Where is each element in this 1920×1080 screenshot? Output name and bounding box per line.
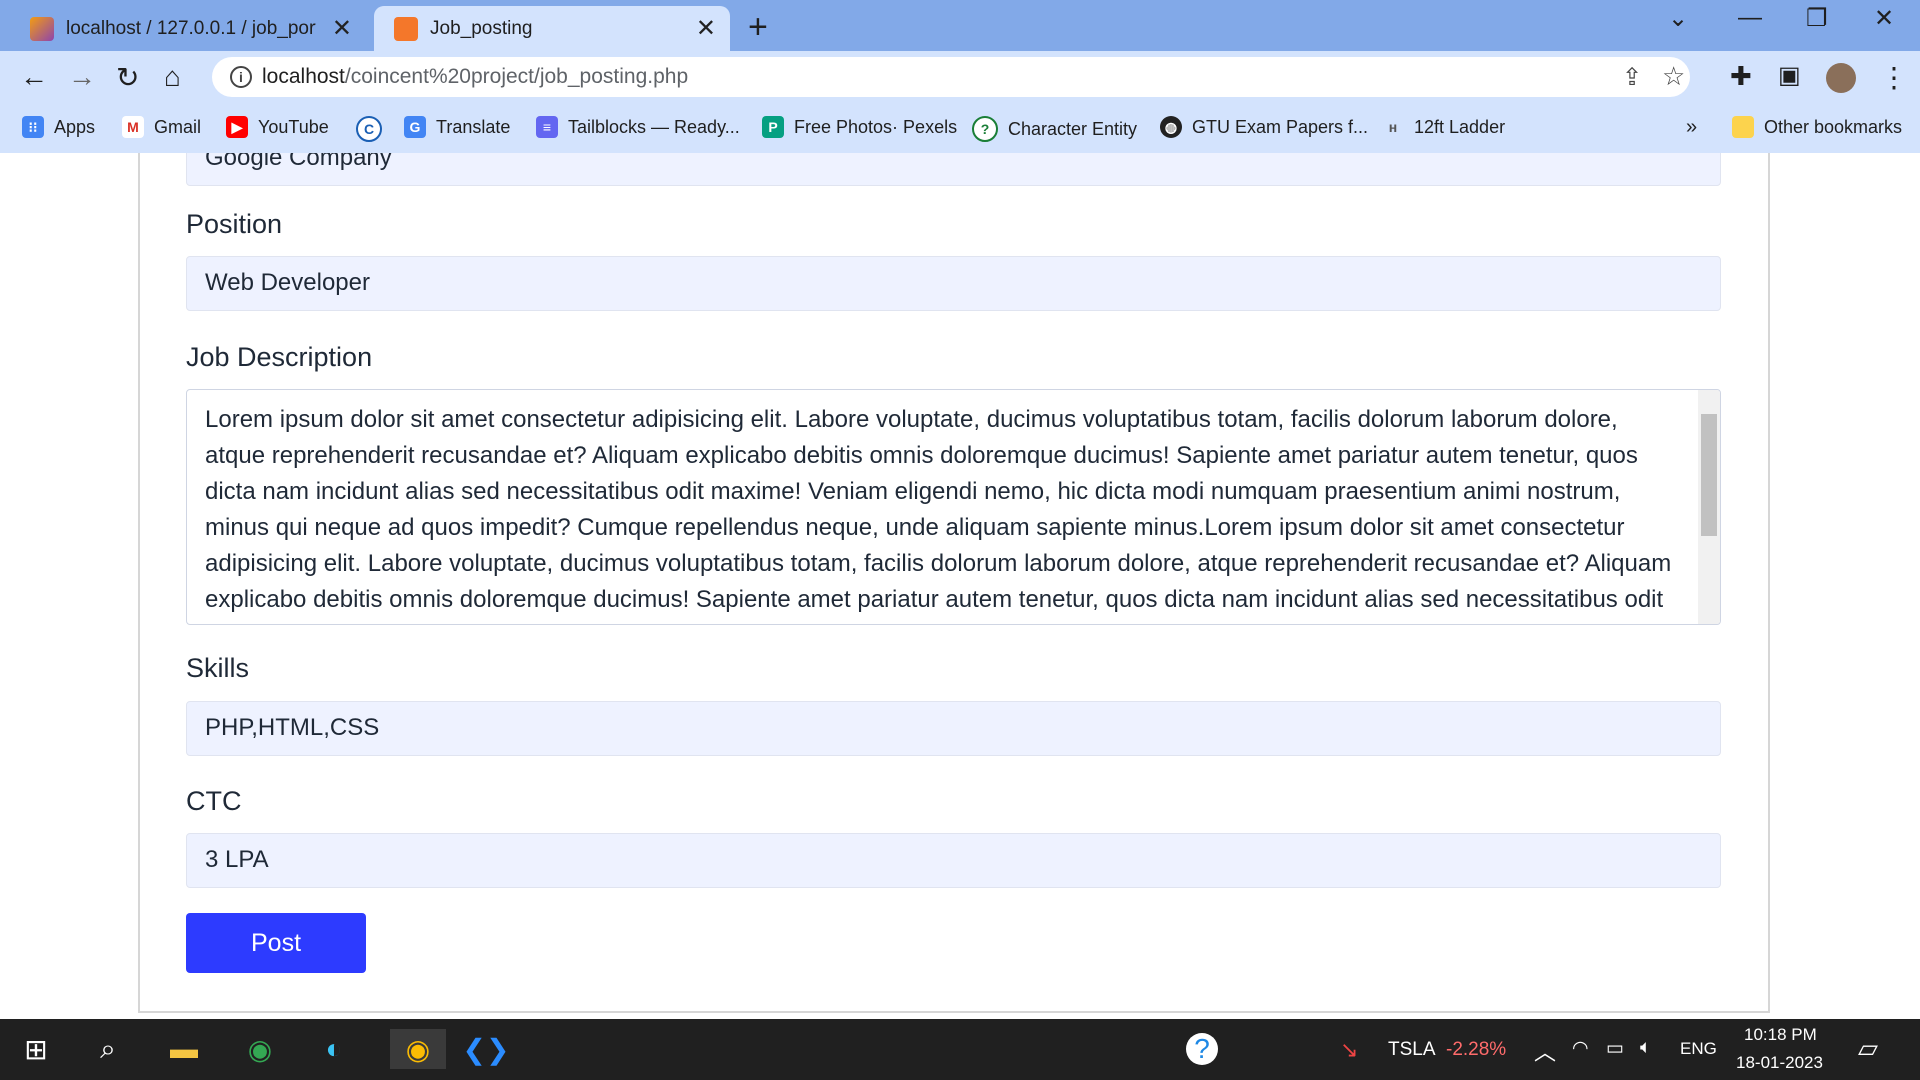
company-value: Google Company bbox=[205, 153, 392, 171]
share-icon[interactable]: ⇪ bbox=[1622, 63, 1642, 92]
edge-icon[interactable]: ◐ bbox=[314, 1029, 354, 1069]
bookmark-apps[interactable]: ⁝⁝ Apps bbox=[22, 116, 95, 138]
clock-date[interactable]: 18-01-2023 bbox=[1736, 1053, 1823, 1073]
tab-phpmyadmin[interactable]: localhost / 127.0.0.1 / job_portal ✕ bbox=[10, 6, 366, 51]
bookmark-other[interactable]: Other bookmarks bbox=[1732, 116, 1902, 138]
bookmark-circle[interactable]: C bbox=[356, 116, 392, 142]
volume-icon[interactable]: 🔈︎ bbox=[1640, 1037, 1651, 1059]
xampp-icon bbox=[394, 17, 418, 41]
ctc-label: CTC bbox=[186, 786, 242, 816]
windows-taskbar: ⊞ ⌕ ▬ ◉ ◐ ◉ ❮❯ ? ↘ TSLA -2.28% ︿ ◠ ▭ 🔈︎ … bbox=[0, 1019, 1920, 1080]
home-icon[interactable]: ⌂ bbox=[164, 61, 181, 93]
ctc-value: 3 LPA bbox=[205, 846, 269, 873]
post-button[interactable]: Post bbox=[186, 913, 366, 973]
circle-logo-icon: C bbox=[356, 116, 382, 142]
chevron-up-icon[interactable]: ︿ bbox=[1534, 1035, 1556, 1067]
url-host: localhost bbox=[262, 65, 345, 88]
extensions-puzzle-icon[interactable]: ✚ bbox=[1730, 61, 1752, 92]
address-bar[interactable]: i localhost/coincent%20project/job_posti… bbox=[212, 57, 1690, 97]
tab-job-posting[interactable]: Job_posting ✕ bbox=[374, 6, 730, 51]
phpmyadmin-icon bbox=[30, 17, 54, 41]
clock-time[interactable]: 10:18 PM bbox=[1744, 1025, 1817, 1045]
tailblocks-icon: ≡ bbox=[536, 116, 558, 138]
globe-icon: ◍ bbox=[1160, 116, 1182, 138]
skills-label: Skills bbox=[186, 653, 250, 683]
bookmark-tailblocks[interactable]: ≡ Tailblocks — Ready... bbox=[536, 116, 740, 138]
url-text[interactable]: localhost/coincent%20project/job_posting… bbox=[262, 65, 688, 89]
wifi-icon[interactable]: ◠ bbox=[1572, 1037, 1589, 1060]
notifications-icon[interactable]: ▱ bbox=[1858, 1033, 1878, 1064]
help-icon[interactable]: ? bbox=[1186, 1033, 1218, 1065]
tab-title: Job_posting bbox=[430, 18, 533, 39]
bookmark-gmail[interactable]: M Gmail bbox=[122, 116, 201, 138]
ladder-icon: ʜ bbox=[1388, 119, 1398, 135]
more-bookmarks-button[interactable]: » bbox=[1686, 116, 1697, 139]
scrollbar-thumb[interactable] bbox=[1701, 414, 1717, 536]
page-content: Google Company Position Web Developer Jo… bbox=[0, 153, 1920, 1019]
minimize-icon[interactable]: — bbox=[1738, 4, 1762, 32]
textarea-scrollbar[interactable] bbox=[1698, 390, 1720, 624]
company-field[interactable]: Google Company bbox=[186, 153, 1721, 186]
description-label: Job Description bbox=[186, 342, 373, 372]
language-indicator[interactable]: ENG bbox=[1680, 1039, 1717, 1059]
description-text: Lorem ipsum dolor sit amet consectetur a… bbox=[205, 406, 1672, 613]
info-icon[interactable]: i bbox=[230, 66, 252, 88]
windows-start-icon[interactable]: ⊞ bbox=[16, 1029, 56, 1069]
bookmark-gtu[interactable]: ◍ GTU Exam Papers f... bbox=[1160, 116, 1368, 138]
description-textarea[interactable]: Lorem ipsum dolor sit amet consectetur a… bbox=[186, 389, 1721, 625]
browser-toolbar: ← → ↻ ⌂ i localhost/coincent%20project/j… bbox=[0, 51, 1920, 104]
battery-icon[interactable]: ▭ bbox=[1606, 1037, 1624, 1060]
position-field[interactable]: Web Developer bbox=[186, 256, 1721, 311]
file-explorer-icon[interactable]: ▬ bbox=[164, 1029, 204, 1069]
position-value: Web Developer bbox=[205, 269, 370, 296]
ctc-field[interactable]: 3 LPA bbox=[186, 833, 1721, 888]
bookmark-pexels[interactable]: P Free Photos· Pexels bbox=[762, 116, 957, 138]
close-icon[interactable]: ✕ bbox=[332, 14, 352, 43]
reload-icon[interactable]: ↻ bbox=[116, 61, 139, 94]
back-arrow-icon[interactable]: ← bbox=[20, 61, 48, 93]
avatar[interactable] bbox=[1826, 63, 1856, 93]
gmail-icon: M bbox=[122, 116, 144, 138]
folder-icon bbox=[1732, 116, 1754, 138]
bookmark-character-entity[interactable]: ? Character Entity bbox=[972, 116, 1137, 142]
side-panel-icon[interactable]: ▣ bbox=[1778, 61, 1801, 90]
chrome-active-icon[interactable]: ◉ bbox=[390, 1029, 446, 1069]
position-label: Position bbox=[186, 209, 283, 239]
stock-change: -2.28% bbox=[1446, 1039, 1507, 1060]
bookmark-12ft[interactable]: ʜ 12ft Ladder bbox=[1382, 116, 1505, 138]
pexels-icon: P bbox=[762, 116, 784, 138]
bookmark-translate[interactable]: G Translate bbox=[404, 116, 510, 138]
stock-symbol[interactable]: TSLA bbox=[1388, 1039, 1436, 1061]
close-icon[interactable]: ✕ bbox=[696, 14, 716, 43]
new-tab-button[interactable]: + bbox=[748, 8, 768, 47]
skills-value: PHP,HTML,CSS bbox=[205, 714, 380, 741]
browser-titlebar: localhost / 127.0.0.1 / job_portal ✕ Job… bbox=[0, 0, 1920, 51]
forward-arrow-icon[interactable]: → bbox=[68, 61, 96, 93]
star-icon[interactable]: ☆ bbox=[1662, 61, 1685, 92]
question-circle-icon: ? bbox=[972, 116, 998, 142]
tab-title: localhost / 127.0.0.1 / job_portal bbox=[66, 18, 316, 39]
restore-icon[interactable]: ❐ bbox=[1806, 4, 1828, 33]
apps-grid-icon: ⁝⁝ bbox=[22, 116, 44, 138]
url-path: /coincent%20project/job_posting.php bbox=[344, 65, 689, 88]
bookmark-youtube[interactable]: ▶ YouTube bbox=[226, 116, 329, 138]
search-icon[interactable]: ⌕ bbox=[88, 1029, 128, 1069]
chrome-icon[interactable]: ◉ bbox=[240, 1029, 280, 1069]
bookmarks-bar: ⁝⁝ Apps M Gmail ▶ YouTube C G Translate ≡ Tai… bbox=[0, 104, 1920, 154]
skills-field[interactable]: PHP,HTML,CSS bbox=[186, 701, 1721, 756]
menu-kebab-icon[interactable]: ⋮ bbox=[1880, 61, 1908, 94]
close-window-icon[interactable]: ✕ bbox=[1874, 4, 1894, 33]
tab-search-chevron-icon[interactable]: ⌄ bbox=[1668, 4, 1688, 33]
stock-down-icon: ↘ bbox=[1340, 1037, 1359, 1062]
vscode-icon[interactable]: ❮❯ bbox=[463, 1029, 510, 1069]
translate-icon: G bbox=[404, 116, 426, 138]
youtube-icon: ▶ bbox=[226, 116, 248, 138]
